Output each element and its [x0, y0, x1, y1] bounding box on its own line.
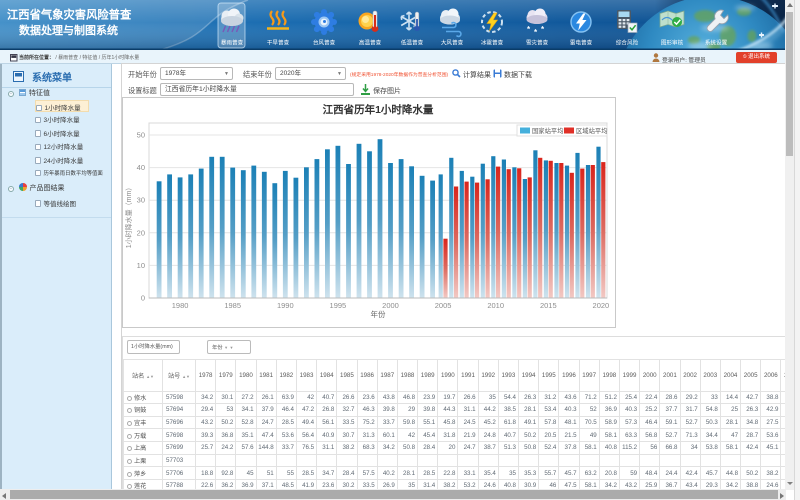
svg-text:高温普查: 高温普查	[359, 39, 382, 47]
svg-text:雪灾普查: 雪灾普查	[526, 39, 549, 47]
svg-text:综合风险: 综合风险	[616, 39, 639, 47]
svg-text:冰雹普查: 冰雹普查	[481, 39, 504, 47]
svg-text:低温普查: 低温普查	[401, 39, 424, 47]
svg-text:区域站平均: 区域站平均	[576, 126, 607, 135]
svg-text:2005: 2005	[435, 301, 452, 310]
svg-text:大风普查: 大风普查	[441, 39, 464, 47]
svg-text:1995: 1995	[330, 301, 347, 310]
svg-text:暴雨普查: 暴雨普查	[221, 39, 244, 47]
svg-text:0: 0	[141, 294, 145, 303]
svg-text:1990: 1990	[277, 301, 294, 310]
svg-text:1980: 1980	[172, 301, 189, 310]
svg-text:台风普查: 台风普查	[313, 39, 336, 47]
svg-text:2010: 2010	[487, 301, 504, 310]
svg-text:2015: 2015	[540, 301, 557, 310]
svg-text:图形审核: 图形审核	[661, 39, 684, 47]
svg-text:干旱普查: 干旱普查	[267, 39, 290, 47]
svg-text:国家站平均: 国家站平均	[532, 126, 563, 135]
svg-text:数据处理与制图系统: 数据处理与制图系统	[19, 23, 118, 37]
svg-text:雷电普查: 雷电普查	[570, 39, 593, 47]
svg-text:20: 20	[137, 228, 145, 237]
svg-text:30: 30	[137, 196, 145, 205]
svg-text:10: 10	[137, 261, 145, 270]
svg-text:50: 50	[137, 131, 145, 140]
svg-text:年份: 年份	[371, 309, 386, 319]
svg-text:江西省历年1小时降水量: 江西省历年1小时降水量	[323, 103, 434, 116]
svg-text:江西省气象灾害风险普查: 江西省气象灾害风险普查	[7, 8, 132, 22]
svg-text:2000: 2000	[382, 301, 399, 310]
svg-text:1小时降水量（mm）: 1小时降水量（mm）	[124, 184, 133, 249]
svg-text:2020: 2020	[593, 301, 610, 310]
svg-text:1985: 1985	[224, 301, 241, 310]
svg-text:40: 40	[137, 163, 145, 172]
svg-text:系统设置: 系统设置	[705, 39, 728, 47]
